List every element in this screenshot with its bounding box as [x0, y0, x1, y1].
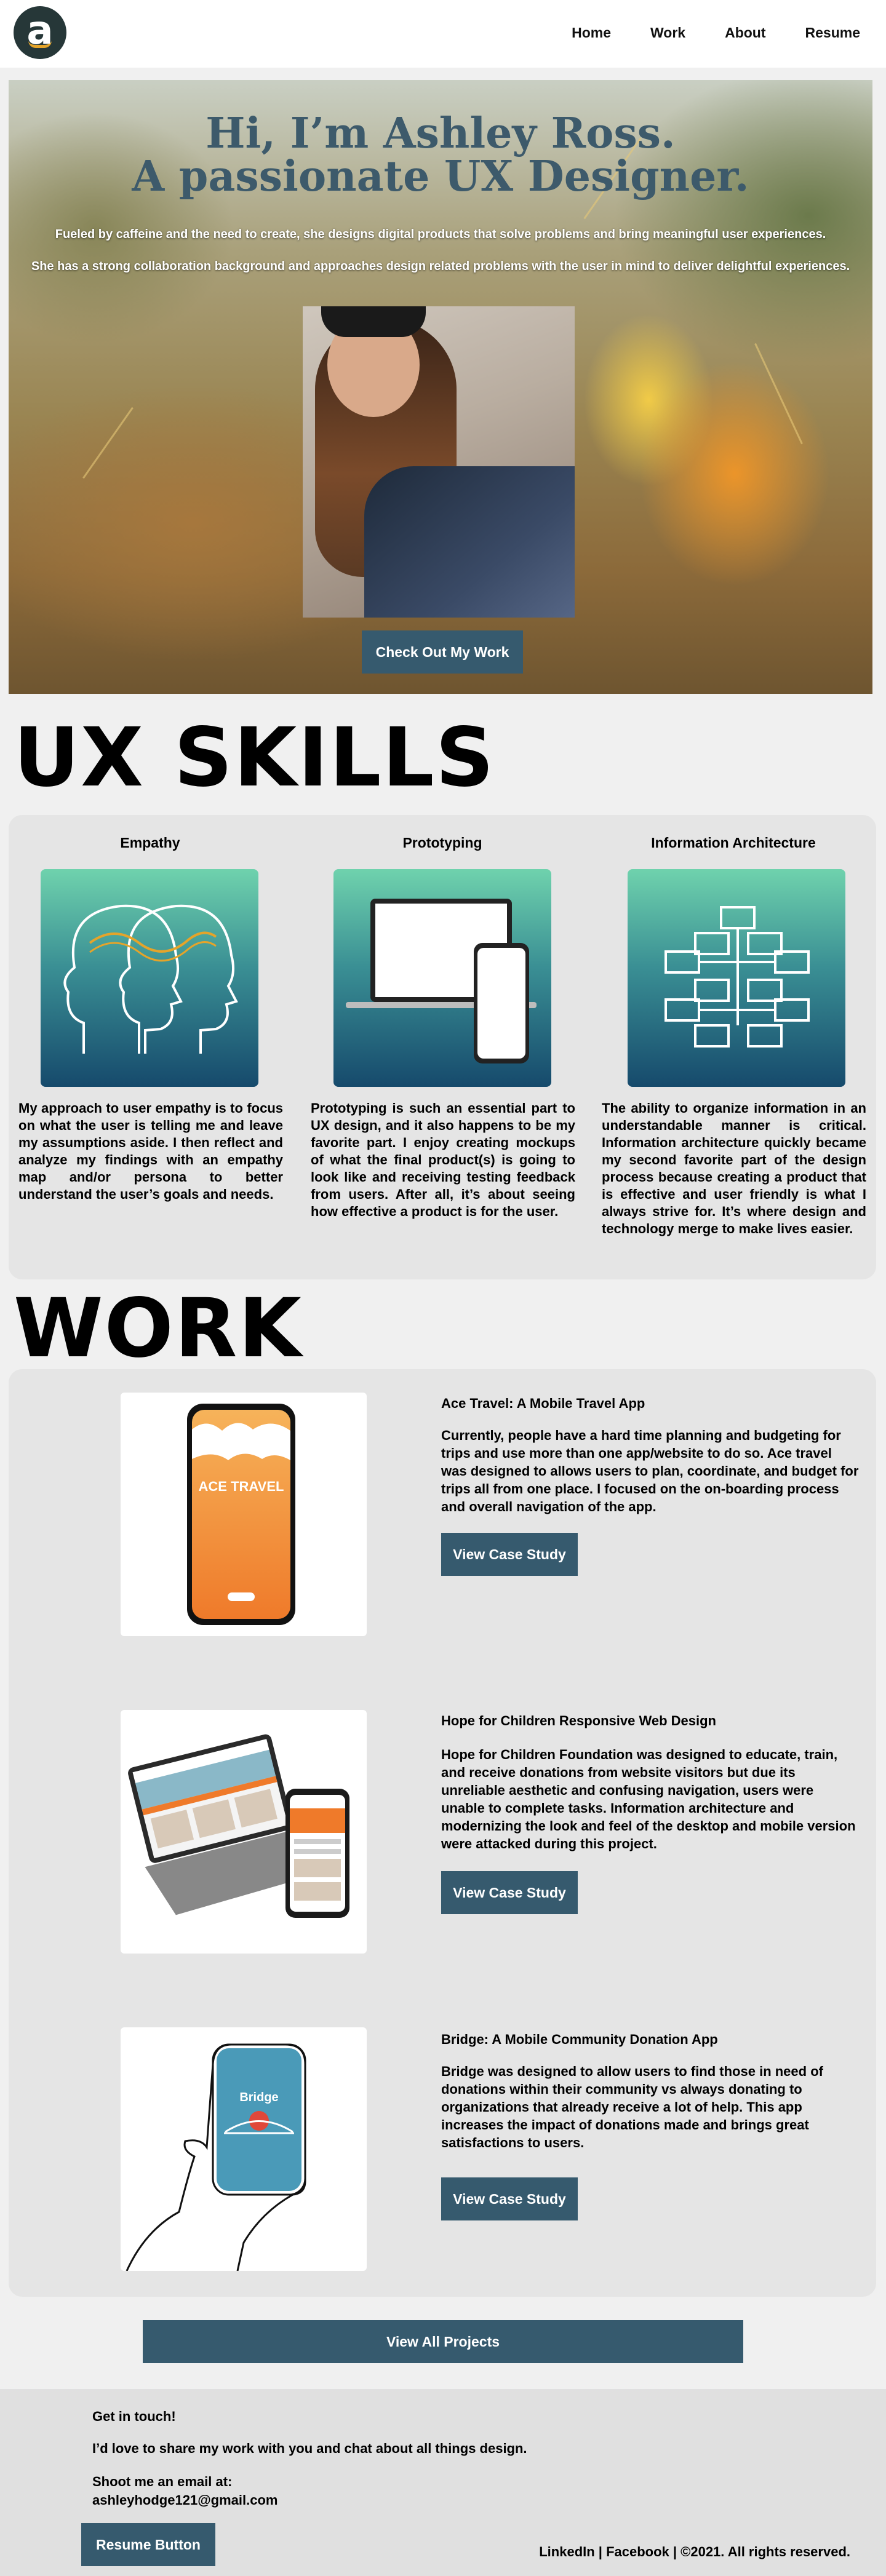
sitemap-icon — [628, 869, 845, 1087]
skill-title: Empathy — [120, 835, 180, 851]
view-case-study-button[interactable]: View Case Study — [441, 2177, 578, 2220]
footer-links[interactable]: LinkedIn | Facebook | ©2021. All rights … — [539, 2544, 850, 2560]
skill-title: Prototyping — [402, 835, 482, 851]
nav-work-link[interactable]: Work — [650, 25, 685, 41]
footer: Get in touch! I’d love to share my work … — [0, 2389, 886, 2576]
view-case-study-button[interactable]: View Case Study — [441, 1871, 578, 1914]
cactus-spine — [82, 407, 134, 479]
project-description: Bridge was designed to allow users to fi… — [441, 2064, 823, 2150]
head-profile-icon — [41, 869, 258, 1087]
nav-resume-link[interactable]: Resume — [805, 25, 860, 41]
nav-about-link[interactable]: About — [725, 25, 765, 41]
footer-email-label: Shoot me an email at: — [92, 2474, 233, 2489]
resume-button[interactable]: Resume Button — [81, 2523, 215, 2566]
portrait-photo — [303, 306, 575, 618]
cactus-spine — [754, 343, 803, 445]
view-case-study-button[interactable]: View Case Study — [441, 1533, 578, 1576]
hope-for-children-image[interactable] — [121, 1710, 367, 1954]
work-panel: ACE TRAVEL Ace Travel: A Mobile Travel A… — [9, 1369, 876, 2297]
bridge-image[interactable]: Bridge — [121, 2027, 367, 2271]
hero-subtitle-1: Fueled by caffeine and the need to creat… — [55, 228, 826, 241]
hero-subtitle-2: She has a strong collaboration backgroun… — [31, 260, 850, 273]
work-heading: WORK — [14, 1281, 303, 1376]
hero-title-line1: Hi, I’m Ashley Ross. — [206, 109, 676, 158]
bridge-logo-text: Bridge — [239, 2091, 278, 2104]
top-nav: a Home Work About Resume — [0, 0, 886, 68]
logo[interactable]: a — [14, 6, 66, 59]
footer-email-link[interactable]: ashleyhodge121@gmail.com — [92, 2492, 277, 2508]
sunglasses-icon — [321, 306, 426, 337]
hero-title-line2: A passionate UX Designer. — [132, 152, 749, 201]
project-title: Hope for Children Responsive Web Design — [441, 1713, 716, 1728]
project-description: Hope for Children Foundation was designe… — [441, 1747, 856, 1851]
project-title: Bridge: A Mobile Community Donation App — [441, 2032, 718, 2047]
skill-description: Prototyping is such an essential part to… — [311, 1100, 575, 1219]
skill-description: The ability to organize information in a… — [602, 1100, 866, 1236]
check-out-work-button[interactable]: Check Out My Work — [362, 630, 523, 674]
skills-heading: UX SKILLS — [14, 710, 495, 805]
devices-icon — [333, 869, 551, 1087]
view-all-projects-button[interactable]: View All Projects — [143, 2320, 743, 2363]
skill-title: Information Architecture — [651, 835, 816, 851]
nav-home-link[interactable]: Home — [572, 25, 611, 41]
project-description: Currently, people have a hard time plann… — [441, 1428, 859, 1514]
ace-travel-logo-text: ACE TRAVEL — [199, 1479, 284, 1494]
nav-links: Home Work About Resume — [532, 25, 860, 41]
footer-get-in-touch: Get in touch! — [92, 2409, 176, 2424]
hero-section: Hi, I’m Ashley Ross. A passionate UX Des… — [9, 80, 872, 694]
project-title: Ace Travel: A Mobile Travel App — [441, 1396, 645, 1411]
logo-swoosh — [28, 41, 52, 48]
skills-panel: Empathy My approach to user empathy is t… — [9, 815, 876, 1279]
ace-travel-image[interactable]: ACE TRAVEL — [121, 1393, 367, 1636]
skill-description: My approach to user empathy is to focus … — [18, 1100, 283, 1202]
portrait-jacket — [364, 466, 575, 618]
footer-share-line: I’d love to share my work with you and c… — [92, 2441, 527, 2456]
hero-title: Hi, I’m Ashley Ross. A passionate UX Des… — [9, 112, 872, 198]
